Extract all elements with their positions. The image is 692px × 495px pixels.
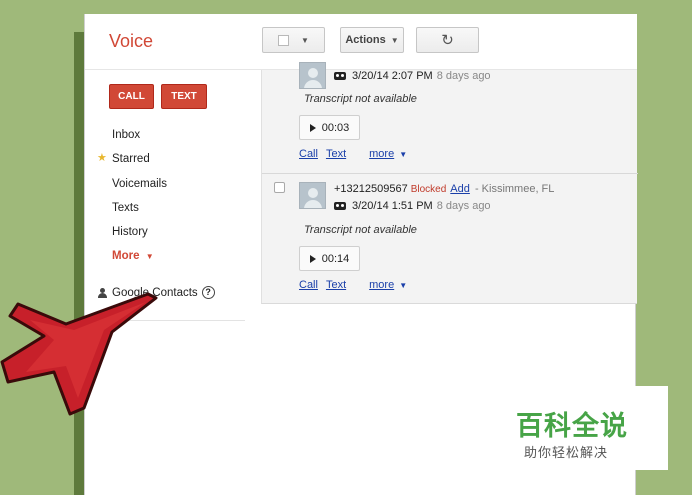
- call-link[interactable]: Call: [299, 148, 318, 160]
- watermark-title: 百科全说: [516, 411, 628, 442]
- avatar: [299, 182, 326, 209]
- chevron-down-icon[interactable]: ▼: [399, 150, 407, 159]
- play-icon: [309, 254, 316, 263]
- text-link[interactable]: Text: [326, 148, 346, 160]
- star-icon: ★: [97, 152, 107, 165]
- actions-label: Actions: [345, 34, 386, 46]
- sidebar: CALL TEXT Inbox ★ Starred Voicemails Tex…: [85, 70, 261, 495]
- call-button[interactable]: CALL: [109, 84, 154, 109]
- sidebar-item-label: Starred: [112, 153, 150, 166]
- actions-button[interactable]: Actions ▼: [340, 27, 404, 53]
- sidebar-item-history[interactable]: History: [112, 225, 167, 249]
- status-badge: Blocked: [410, 184, 447, 195]
- transcript-text: Transcript not available: [304, 224, 417, 236]
- sidebar-item-voicemails[interactable]: Voicemails: [112, 177, 167, 201]
- message-links: Call Text more ▼: [299, 148, 407, 160]
- avatar: [299, 62, 326, 89]
- call-link[interactable]: Call: [299, 279, 318, 291]
- message-links: Call Text more ▼: [299, 279, 407, 291]
- message-date: 3/20/14 2:07 PM 8 days ago: [334, 70, 491, 82]
- duration: 00:14: [321, 252, 350, 265]
- chevron-down-icon[interactable]: ▼: [399, 281, 407, 290]
- refresh-button[interactable]: ↻: [416, 27, 479, 53]
- duration: 00:03: [321, 121, 350, 134]
- select-all-dropdown[interactable]: ▼: [262, 27, 325, 53]
- more-link[interactable]: more: [369, 148, 394, 160]
- message-list: 3/20/14 2:07 PM 8 days ago Transcript no…: [261, 62, 638, 304]
- watermark-logo: 百科全说 助你轻松解决: [494, 386, 668, 470]
- watermark-subtitle: 助你轻松解决: [524, 446, 609, 461]
- play-button[interactable]: 00:14: [299, 246, 360, 271]
- text-link[interactable]: Text: [326, 279, 346, 291]
- add-contact-link[interactable]: Add: [450, 183, 470, 195]
- help-icon[interactable]: ?: [201, 286, 215, 299]
- sidebar-item-texts[interactable]: Texts: [112, 201, 167, 225]
- list-item[interactable]: +13212509567 Blocked Add - Kissimmee, FL 3…: [262, 174, 638, 304]
- sidebar-nav: Inbox ★ Starred Voicemails Texts History…: [97, 128, 167, 274]
- red-arrow-pointer-icon: [0, 292, 158, 416]
- relative-time: 8 days ago: [436, 200, 491, 212]
- caller-location: - Kissimmee, FL: [474, 183, 555, 195]
- chevron-down-icon: ▼: [301, 35, 309, 45]
- chevron-down-icon: ▼: [145, 252, 154, 262]
- more-link[interactable]: more: [369, 279, 394, 291]
- message-checkbox[interactable]: [274, 182, 285, 193]
- sidebar-item-more[interactable]: More ▼: [112, 249, 167, 273]
- app-logo: Voice: [109, 31, 154, 51]
- relative-time: 8 days ago: [436, 70, 491, 82]
- chevron-down-icon: ▼: [390, 35, 399, 45]
- caller-line: +13212509567 Blocked Add - Kissimmee, FL: [334, 183, 554, 195]
- message-date: 3/20/14 1:51 PM 8 days ago: [334, 200, 491, 212]
- play-icon: [309, 123, 316, 132]
- text-button[interactable]: TEXT: [161, 84, 207, 109]
- date-text: 3/20/14 1:51 PM: [352, 200, 433, 212]
- list-item[interactable]: 3/20/14 2:07 PM 8 days ago Transcript no…: [262, 62, 638, 174]
- refresh-icon: ↻: [441, 32, 454, 49]
- play-button[interactable]: 00:03: [299, 115, 360, 140]
- voicemail-icon: [334, 72, 346, 80]
- transcript-text: Transcript not available: [304, 93, 417, 105]
- sidebar-item-starred[interactable]: ★ Starred: [97, 152, 167, 176]
- top-toolbar: Voice ▼ Actions ▼ ↻: [85, 14, 637, 70]
- select-checkbox[interactable]: [278, 34, 290, 46]
- date-text: 3/20/14 2:07 PM: [352, 70, 433, 82]
- sidebar-item-inbox[interactable]: Inbox: [112, 128, 167, 152]
- voicemail-icon: [334, 202, 346, 210]
- sidebar-item-label: More: [112, 250, 140, 263]
- phone-number: +13212509567: [334, 183, 408, 195]
